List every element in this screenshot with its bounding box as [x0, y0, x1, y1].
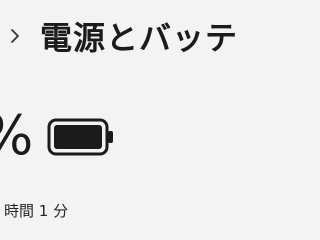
battery-full-icon [47, 117, 117, 157]
page-title: 電源とバッテリー [40, 19, 240, 57]
remaining-time: 時間 1 分 [4, 202, 69, 220]
power-battery-page: 電源とバッテリー % 時間 1 分 [0, 0, 240, 240]
chevron-right-icon[interactable] [8, 26, 22, 46]
battery-fill [54, 125, 102, 149]
battery-percentage: % [0, 104, 33, 168]
